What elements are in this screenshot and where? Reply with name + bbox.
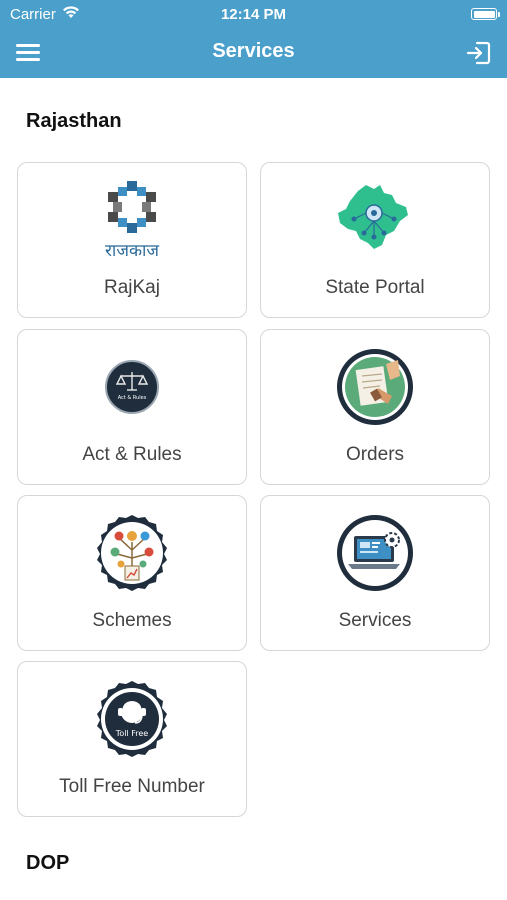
section-title-dop: DOP	[26, 852, 70, 874]
service-card-label: Act & Rules	[82, 444, 182, 465]
clock: 12:14 PM	[220, 6, 287, 23]
act-rules-badge-text: Act & Rules	[118, 395, 147, 401]
service-card-act-rules[interactable]: Act & Rules Act & Rules	[17, 329, 247, 485]
service-card-label: State Portal	[325, 277, 425, 298]
battery-tip	[498, 12, 500, 17]
rajkaj-logo-text: राजकाज	[105, 241, 159, 261]
battery-icon	[471, 8, 497, 20]
service-card-label: Toll Free Number	[59, 776, 205, 797]
service-card-label: Services	[338, 610, 412, 631]
toll-free-icon: Toll Free	[91, 678, 173, 760]
service-card-orders[interactable]: Orders	[260, 329, 490, 485]
scales-icon: Act & Rules	[91, 346, 173, 428]
service-card-rajkaj[interactable]: राजकाज RajKaj	[17, 162, 247, 318]
rajkaj-logo: राजकाज	[91, 179, 173, 261]
page-title: Services	[212, 40, 295, 62]
services-icon	[334, 512, 416, 594]
service-card-services[interactable]: Services	[260, 495, 490, 651]
nav-bar: Services	[0, 28, 507, 78]
service-card-state-portal[interactable]: State Portal	[260, 162, 490, 318]
rajasthan-map-icon	[334, 179, 416, 261]
schemes-icon	[91, 512, 173, 594]
toll-free-badge-text: Toll Free	[115, 729, 148, 738]
service-card-label: Orders	[345, 444, 405, 465]
section-title-rajasthan: Rajasthan	[26, 110, 122, 132]
status-bar: Carrier 12:14 PM	[0, 0, 507, 28]
orders-icon	[334, 346, 416, 428]
service-card-toll-free[interactable]: Toll Free Toll Free Number	[17, 661, 247, 817]
logout-icon[interactable]	[465, 39, 493, 67]
service-card-label: Schemes	[92, 610, 172, 631]
service-card-schemes[interactable]: Schemes	[17, 495, 247, 651]
service-card-label: RajKaj	[104, 277, 160, 298]
